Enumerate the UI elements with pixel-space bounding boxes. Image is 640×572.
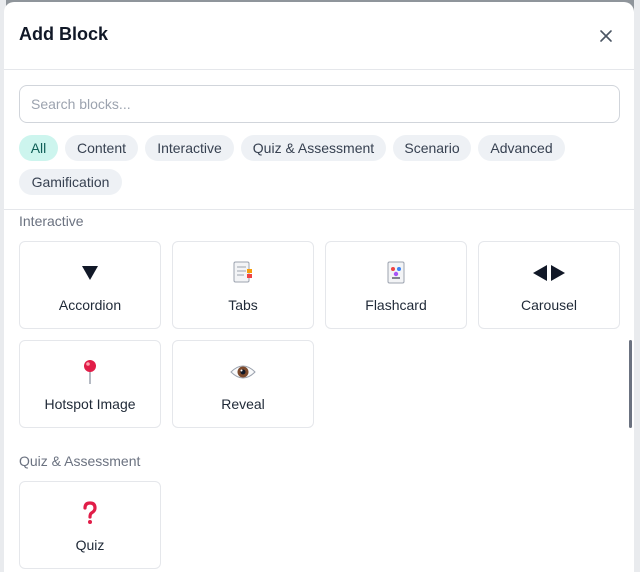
section-title-interactive: Interactive (19, 213, 84, 229)
pin-icon (84, 360, 96, 384)
filter-chip-interactive[interactable]: Interactive (145, 135, 234, 161)
section-title-quiz-assessment: Quiz & Assessment (19, 453, 141, 469)
carousel-arrows-icon (533, 265, 565, 281)
block-label: Hotspot Image (44, 396, 136, 412)
search-input[interactable] (19, 85, 620, 123)
block-label: Carousel (520, 297, 578, 313)
block-card-flashcard[interactable]: Flashcard (325, 241, 467, 329)
modal-title: Add Block (19, 24, 109, 44)
header-divider (4, 209, 634, 210)
modal-header: Add Block (4, 2, 634, 70)
block-label: Tabs (228, 297, 258, 313)
add-block-modal: Add Block All Content Interactive Quiz &… (4, 2, 634, 572)
close-icon (600, 30, 612, 42)
close-button[interactable] (594, 24, 618, 48)
question-mark-icon (83, 501, 97, 524)
block-label: Quiz (75, 537, 105, 553)
block-label: Flashcard (365, 297, 427, 313)
filter-chip-all[interactable]: All (19, 135, 58, 161)
tabs-document-icon (233, 261, 252, 283)
block-card-accordion[interactable]: Accordion (19, 241, 161, 329)
backdrop-right-edge (634, 0, 640, 572)
block-card-carousel[interactable]: Carousel (478, 241, 620, 329)
block-label: Accordion (58, 297, 122, 313)
block-label: Reveal (221, 396, 265, 412)
block-card-quiz[interactable]: Quiz (19, 481, 161, 569)
search-box (19, 85, 620, 123)
flashcard-icon (387, 261, 405, 284)
modal-scrollbar[interactable] (629, 340, 632, 428)
block-card-reveal[interactable]: Reveal (172, 340, 314, 428)
eye-icon (230, 365, 256, 379)
filter-chip-content[interactable]: Content (65, 135, 138, 161)
accordion-triangle-icon (82, 266, 98, 280)
filter-chip-quiz-assessment[interactable]: Quiz & Assessment (241, 135, 386, 161)
block-card-hotspot-image[interactable]: Hotspot Image (19, 340, 161, 428)
block-card-tabs[interactable]: Tabs (172, 241, 314, 329)
filter-chip-advanced[interactable]: Advanced (478, 135, 565, 161)
filter-chip-scenario[interactable]: Scenario (393, 135, 471, 161)
filter-chip-gamification[interactable]: Gamification (19, 169, 122, 195)
